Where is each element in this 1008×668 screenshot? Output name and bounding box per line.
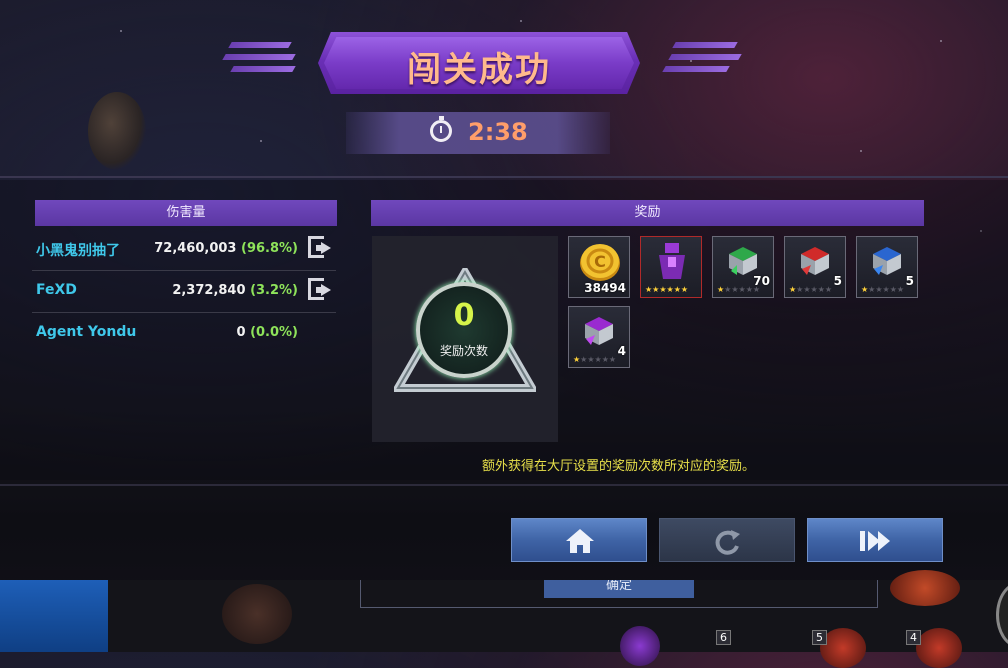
- title-banner: 闯关成功: [318, 32, 640, 94]
- next-button[interactable]: [807, 518, 943, 562]
- reward-item[interactable]: 70 ★★★★★★: [712, 236, 774, 298]
- player-damage: 2,372,840 (3.2%): [172, 283, 298, 298]
- reward-count-box: 0 奖励次数: [372, 236, 558, 442]
- svg-text:C: C: [594, 252, 606, 271]
- reward-item[interactable]: 4 ★★★★★★: [568, 306, 630, 368]
- title: 闯关成功: [407, 50, 551, 90]
- reward-header: 奖励: [371, 200, 924, 226]
- purple-iso-cube-icon: [585, 317, 613, 345]
- purple-uniform-icon: [659, 243, 685, 279]
- item-stars: ★★★★★★: [861, 285, 905, 294]
- red-iso-cube-icon: [801, 247, 829, 275]
- reward-item[interactable]: 5 ★★★★★★: [856, 236, 918, 298]
- player-row: 小黑鬼别抽了 72,460,003 (96.8%): [32, 228, 336, 271]
- item-qty: 38494: [584, 281, 626, 295]
- reward-count-circle: 0 奖励次数: [416, 282, 512, 378]
- reward-note: 额外获得在大厅设置的奖励次数所对应的奖励。: [482, 459, 756, 474]
- stopwatch-icon: [430, 116, 452, 142]
- reward-item[interactable]: ★★★★★★: [640, 236, 702, 298]
- home-button[interactable]: [511, 518, 647, 562]
- banner-left-wing: [220, 38, 310, 82]
- item-qty: 5: [833, 274, 842, 288]
- background-badge: 5: [812, 630, 827, 645]
- reward-item[interactable]: C 38494: [568, 236, 630, 298]
- background-blue-panel: [0, 580, 108, 652]
- player-row: Agent Yondu 0 (0.0%): [32, 312, 336, 354]
- item-qty: 4: [617, 344, 626, 358]
- banner-right-wing: [652, 38, 748, 82]
- blue-iso-cube-icon: [873, 247, 901, 275]
- replay-icon: [715, 530, 740, 555]
- background-badge: 4: [906, 630, 921, 645]
- reward-count: 0: [453, 298, 475, 333]
- replay-button[interactable]: [659, 518, 795, 562]
- background-planet: [88, 92, 146, 170]
- reward-count-label: 奖励次数: [439, 344, 488, 358]
- fast-forward-icon: [860, 531, 890, 551]
- player-damage: 0 (0.0%): [236, 325, 298, 340]
- item-stars: ★★★★★★: [789, 285, 833, 294]
- exit-icon[interactable]: [308, 236, 334, 260]
- green-iso-cube-icon: [729, 247, 757, 275]
- background-orb: [916, 628, 962, 668]
- reward-item[interactable]: 5 ★★★★★★: [784, 236, 846, 298]
- background-orb: [222, 584, 292, 644]
- background-ok-button: 确定: [544, 580, 694, 598]
- player-name: Agent Yondu: [36, 324, 137, 340]
- item-stars: ★★★★★★: [645, 285, 689, 294]
- player-row: FeXD 2,372,840 (3.2%): [32, 270, 336, 313]
- exit-icon[interactable]: [308, 278, 334, 302]
- player-damage: 72,460,003 (96.8%): [154, 241, 298, 256]
- background-orb: [620, 626, 660, 666]
- timer-value: 2:38: [468, 118, 528, 146]
- player-name: FeXD: [36, 282, 77, 298]
- gold-coin-icon: C: [580, 244, 620, 281]
- timer-bar: 2:38: [346, 112, 610, 154]
- divider-top: [0, 176, 1008, 178]
- home-icon: [566, 529, 594, 553]
- damage-header: 伤害量: [35, 200, 337, 226]
- background-badge: 6: [716, 630, 731, 645]
- item-stars: ★★★★★★: [573, 355, 617, 364]
- player-name: 小黑鬼别抽了: [36, 243, 120, 259]
- divider-bottom: [0, 484, 1008, 486]
- item-stars: ★★★★★★: [717, 285, 761, 294]
- background-orb: [890, 570, 960, 606]
- item-qty: 5: [905, 274, 914, 288]
